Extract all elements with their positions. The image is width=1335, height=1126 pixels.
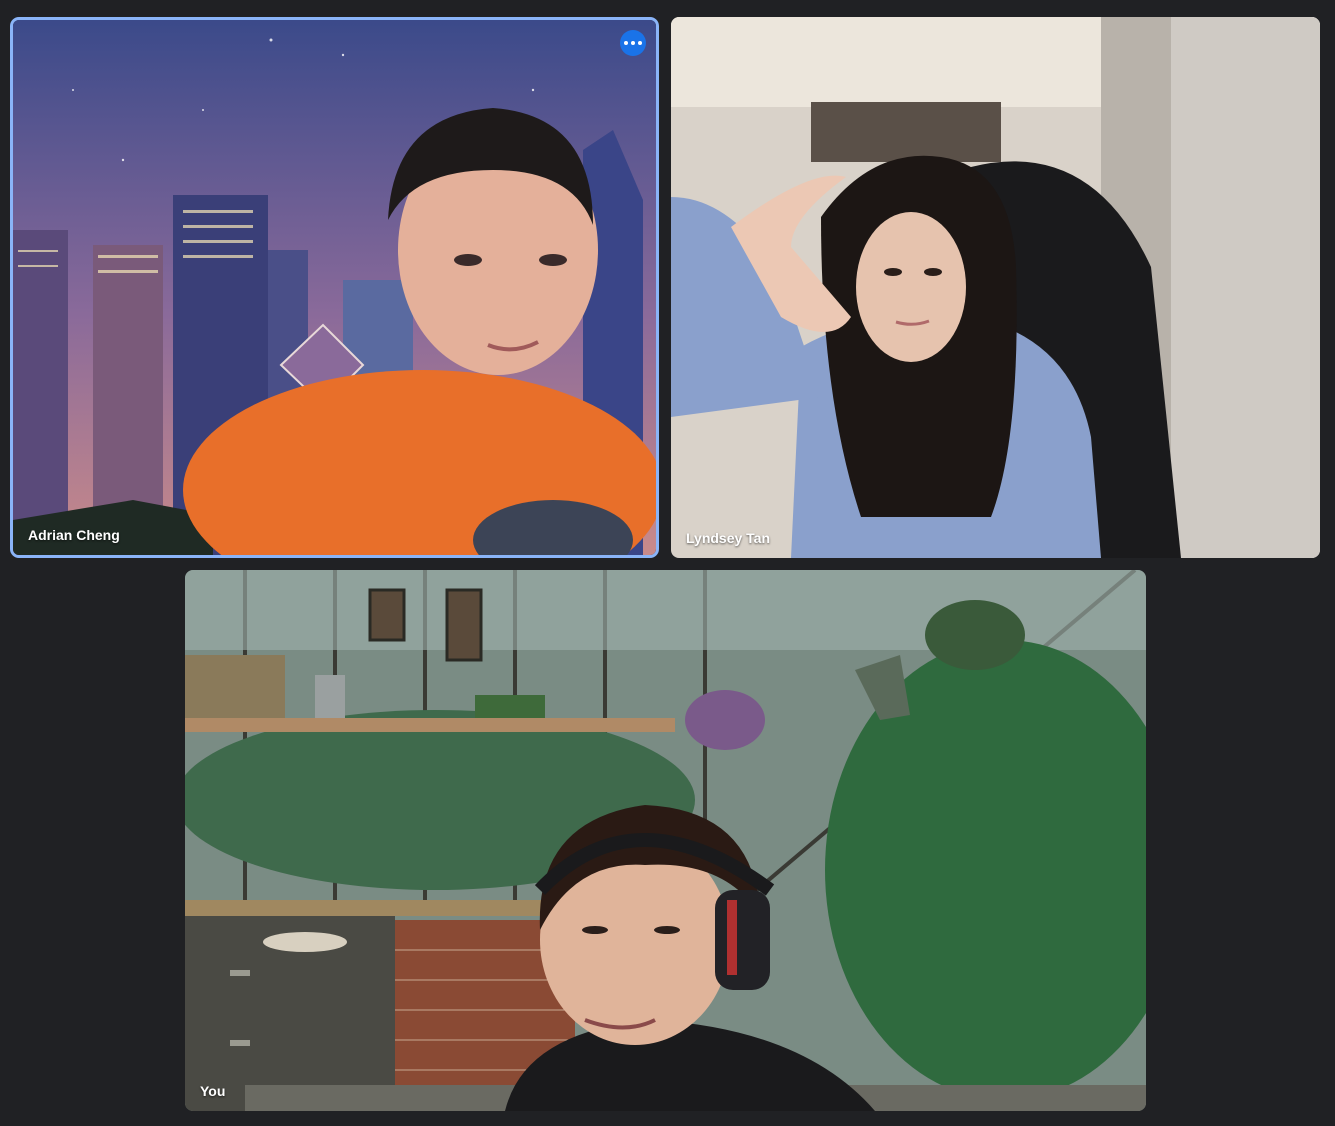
participant-name: Lyndsey Tan xyxy=(686,530,771,546)
video-feed xyxy=(185,570,1146,1111)
participant-tile-adrian[interactable]: Adrian Cheng xyxy=(10,17,659,558)
participant-tile-lyndsey[interactable]: Lyndsey Tan xyxy=(671,17,1320,558)
video-feed xyxy=(13,20,656,555)
participant-name: Adrian Cheng xyxy=(28,527,120,543)
more-options-button[interactable] xyxy=(620,30,646,56)
video-feed xyxy=(671,17,1320,558)
more-horiz-icon xyxy=(624,41,628,45)
participant-tile-self[interactable]: You xyxy=(185,570,1146,1111)
participant-name: You xyxy=(200,1083,226,1099)
